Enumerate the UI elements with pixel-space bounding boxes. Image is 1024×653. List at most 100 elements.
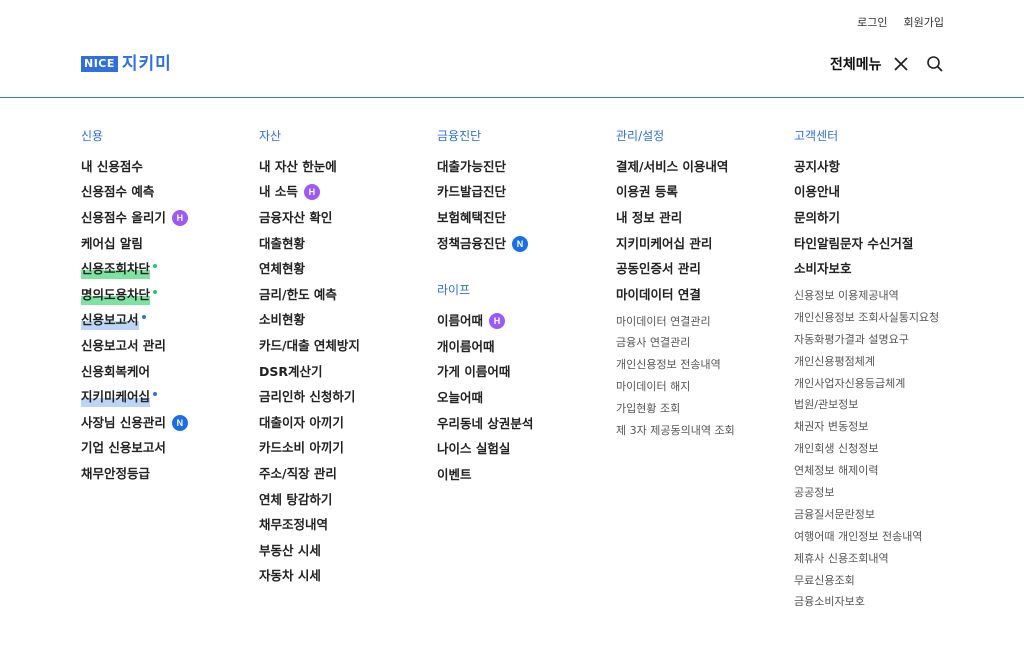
- column-title-life: 라이프: [437, 283, 471, 298]
- all-menu-toggle[interactable]: 전체메뉴: [830, 54, 910, 74]
- submenu-item[interactable]: 법원/관보정보: [794, 395, 939, 417]
- menu-item[interactable]: 카드발급진단: [437, 180, 533, 206]
- menu-column-settings: 관리/설정 결제/서비스 이용내역 이용권 등록 내 정보 관리 지키미케어십 …: [616, 126, 735, 443]
- submenu-item[interactable]: 자동화평가결과 설명요구: [794, 330, 939, 352]
- menu-item[interactable]: 기업 신용보고서: [81, 436, 188, 462]
- header: NICE 지키미 전체메뉴: [0, 40, 1024, 98]
- menu-item[interactable]: 이름어때 H: [437, 308, 533, 334]
- menu-item[interactable]: 타인알림문자 수신거절: [794, 231, 939, 257]
- menu-item[interactable]: 금융자산 확인: [259, 205, 360, 231]
- menu-item[interactable]: 결제/서비스 이용내역: [616, 154, 735, 180]
- menu-item[interactable]: 가게 이름어때: [437, 360, 533, 386]
- menu-item[interactable]: 카드소비 아끼기: [259, 436, 360, 462]
- login-link[interactable]: 로그인: [857, 14, 887, 30]
- menu-item[interactable]: 사장님 신용관리 N: [81, 410, 188, 436]
- submenu-item[interactable]: 금융질서문란정보: [794, 505, 939, 527]
- all-menu-label: 전체메뉴: [830, 57, 882, 73]
- menu-item[interactable]: 채무조정내역: [259, 512, 360, 538]
- submenu-item[interactable]: 금융소비자보호: [794, 592, 939, 614]
- menu-item[interactable]: 이용권 등록: [616, 180, 735, 206]
- menu-item[interactable]: 대출현황: [259, 231, 360, 257]
- menu-item[interactable]: 공동인증서 관리: [616, 256, 735, 282]
- submenu-item[interactable]: 채권자 변동정보: [794, 417, 939, 439]
- column-title: 고객센터: [794, 129, 839, 143]
- dot-icon: [141, 315, 146, 320]
- menu-item[interactable]: 우리동네 상권분석: [437, 411, 533, 437]
- search-button[interactable]: [926, 55, 944, 77]
- submenu-item[interactable]: 개인신용정보 조회사실통지요청: [794, 308, 939, 330]
- submenu-item[interactable]: 신용정보 이용제공내역: [794, 286, 939, 308]
- dot-icon: [153, 289, 158, 294]
- column-title: 관리/설정: [616, 129, 665, 143]
- menu-item[interactable]: 지키미케어십: [81, 384, 188, 410]
- menu-item[interactable]: 케어십 알림: [81, 231, 188, 257]
- menu-column-support: 고객센터 공지사항 이용안내 문의하기 타인알림문자 수신거절 소비자보호 신용…: [794, 126, 939, 614]
- menu-column-assets: 자산 내 자산 한눈에 내 소득 H 금융자산 확인 대출현황 연체현황 금리/한…: [259, 126, 360, 589]
- top-links: 로그인 회원가입: [857, 14, 944, 30]
- n-badge-icon: N: [171, 414, 188, 431]
- menu-item[interactable]: 내 정보 관리: [616, 205, 735, 231]
- menu-item[interactable]: 공지사항: [794, 154, 939, 180]
- logo-name: 지키미: [121, 54, 172, 74]
- menu-item[interactable]: 신용보고서: [81, 308, 188, 334]
- menu-item[interactable]: 연체 탕감하기: [259, 487, 360, 513]
- menu-item[interactable]: 나이스 실험실: [437, 436, 533, 462]
- signup-link[interactable]: 회원가입: [904, 14, 944, 30]
- menu-item[interactable]: 신용점수 예측: [81, 180, 188, 206]
- menu-item[interactable]: 내 자산 한눈에: [259, 154, 360, 180]
- n-badge-icon: N: [512, 235, 529, 252]
- submenu-item[interactable]: 마이데이터 해지: [616, 377, 735, 399]
- submenu-item[interactable]: 공공정보: [794, 483, 939, 505]
- menu-item[interactable]: 지키미케어십 관리: [616, 231, 735, 257]
- search-icon: [927, 56, 943, 72]
- menu-item[interactable]: 개이름어때: [437, 334, 533, 360]
- menu-item[interactable]: 신용점수 올리기 H: [81, 205, 188, 231]
- h-badge-icon: H: [303, 184, 320, 201]
- logo-brand: NICE: [81, 56, 118, 72]
- menu-item[interactable]: 내 신용점수: [81, 154, 188, 180]
- submenu-item[interactable]: 마이데이터 연결관리: [616, 312, 735, 334]
- h-badge-icon: H: [171, 209, 188, 226]
- submenu-item[interactable]: 가입현황 조회: [616, 399, 735, 421]
- submenu-item[interactable]: 무료신용조회: [794, 571, 939, 593]
- menu-item[interactable]: 자동차 시세: [259, 564, 360, 590]
- menu-item[interactable]: 신용보고서 관리: [81, 333, 188, 359]
- close-icon[interactable]: [892, 55, 910, 73]
- menu-item[interactable]: 대출가능진단: [437, 154, 533, 180]
- submenu-item[interactable]: 개인신용평점체계: [794, 352, 939, 374]
- column-title: 신용: [81, 129, 104, 143]
- menu-item[interactable]: 채무안정등급: [81, 461, 188, 487]
- menu-item[interactable]: 오늘어때: [437, 385, 533, 411]
- menu-item[interactable]: 소비자보호: [794, 256, 939, 282]
- menu-item[interactable]: DSR계산기: [259, 359, 360, 385]
- menu-item[interactable]: 연체현황: [259, 256, 360, 282]
- menu-item[interactable]: 소비현황: [259, 308, 360, 334]
- menu-item[interactable]: 문의하기: [794, 205, 939, 231]
- submenu-item[interactable]: 연체정보 해제이력: [794, 461, 939, 483]
- submenu-item[interactable]: 금융사 연결관리: [616, 333, 735, 355]
- menu-item[interactable]: 보험혜택진단: [437, 205, 533, 231]
- submenu-item[interactable]: 여행어때 개인정보 전송내역: [794, 527, 939, 549]
- column-title: 자산: [259, 129, 282, 143]
- menu-item[interactable]: 카드/대출 연체방지: [259, 333, 360, 359]
- menu-item[interactable]: 신용조회차단: [81, 256, 188, 282]
- menu-item[interactable]: 금리/한도 예측: [259, 282, 360, 308]
- dot-icon: [153, 264, 158, 269]
- menu-item[interactable]: 이용안내: [794, 180, 939, 206]
- submenu-item[interactable]: 개인사업자신용등급체계: [794, 374, 939, 396]
- menu-item[interactable]: 부동산 시세: [259, 538, 360, 564]
- menu-item[interactable]: 명의도용차단: [81, 282, 188, 308]
- menu-item[interactable]: 금리인하 신청하기: [259, 384, 360, 410]
- menu-item[interactable]: 마이데이터 연결: [616, 282, 735, 308]
- logo[interactable]: NICE 지키미: [81, 55, 172, 73]
- menu-item[interactable]: 이벤트: [437, 462, 533, 488]
- submenu-item[interactable]: 개인신용정보 전송내역: [616, 355, 735, 377]
- submenu-item[interactable]: 개인회생 신청정보: [794, 439, 939, 461]
- menu-item[interactable]: 대출이자 아끼기: [259, 410, 360, 436]
- submenu-item[interactable]: 제휴사 신용조회내역: [794, 549, 939, 571]
- submenu-item[interactable]: 제 3자 제공동의내역 조회: [616, 421, 735, 443]
- menu-item[interactable]: 신용회복케어: [81, 359, 188, 385]
- menu-item[interactable]: 정책금융진단 N: [437, 231, 533, 257]
- menu-item[interactable]: 내 소득 H: [259, 180, 360, 206]
- menu-item[interactable]: 주소/직장 관리: [259, 461, 360, 487]
